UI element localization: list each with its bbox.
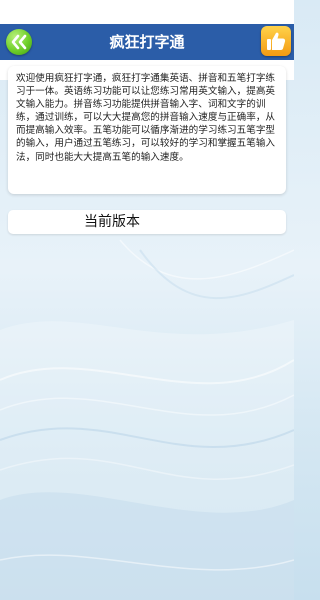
intro-card: 欢迎使用疯狂打字通，疯狂打字通集英语、拼音和五笔打字练习于一体。英语练习功能可以… <box>8 66 286 194</box>
intro-text: 欢迎使用疯狂打字通，疯狂打字通集英语、拼音和五笔打字练习于一体。英语练习功能可以… <box>16 73 276 163</box>
thumbs-up-icon <box>267 32 286 50</box>
current-version-item[interactable]: 当前版本 <box>8 210 286 234</box>
page-title: 疯狂打字通 <box>109 33 185 51</box>
current-version-label: 当前版本 <box>84 214 140 230</box>
like-button[interactable] <box>261 26 291 56</box>
